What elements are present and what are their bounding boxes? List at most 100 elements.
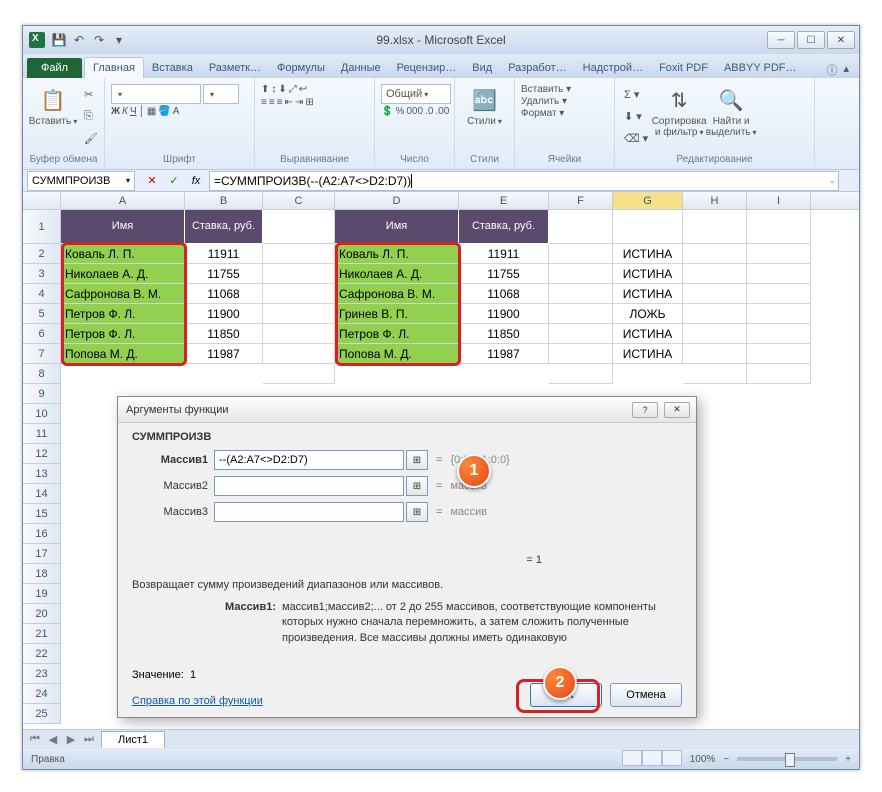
row-header-2[interactable]: 2 <box>23 244 61 264</box>
qat-dropdown-icon[interactable]: ▾ <box>111 32 127 48</box>
tab-review[interactable]: Рецензир… <box>389 58 465 78</box>
styles-button[interactable]: 🔤Стили <box>461 84 508 127</box>
cell[interactable] <box>549 304 613 324</box>
cell[interactable]: Гринев В. П. <box>335 304 459 324</box>
row-header-21[interactable]: 21 <box>23 624 61 644</box>
row-header-18[interactable]: 18 <box>23 564 61 584</box>
cell[interactable]: Коваль Л. П. <box>335 244 459 264</box>
prev-sheet-icon[interactable]: ◀ <box>45 732 61 748</box>
cell[interactable]: 11068 <box>459 284 549 304</box>
row-header-24[interactable]: 24 <box>23 684 61 704</box>
cell[interactable] <box>263 284 335 304</box>
tab-data[interactable]: Данные <box>333 58 389 78</box>
percent-icon[interactable]: % <box>395 106 404 117</box>
arg1-range-button[interactable]: ⊞ <box>406 450 428 470</box>
row-header-4[interactable]: 4 <box>23 284 61 304</box>
cell[interactable] <box>613 210 683 244</box>
cell[interactable]: 11900 <box>185 304 263 324</box>
cell[interactable] <box>683 324 747 344</box>
cell[interactable] <box>747 264 811 284</box>
cell[interactable]: Петров Ф. Л. <box>335 324 459 344</box>
zoom-level[interactable]: 100% <box>690 754 716 765</box>
insert-cells-button[interactable]: Вставить ▾ <box>521 84 571 95</box>
cell[interactable] <box>747 284 811 304</box>
zoom-out-icon[interactable]: − <box>723 754 729 765</box>
cell[interactable] <box>549 324 613 344</box>
align-top-icon[interactable]: ⬆ <box>261 84 269 95</box>
row-header-9[interactable]: 9 <box>23 384 61 404</box>
cell[interactable]: Николаев А. Д. <box>61 264 185 284</box>
cell[interactable] <box>683 244 747 264</box>
delete-cells-button[interactable]: Удалить ▾ <box>521 96 567 107</box>
arg2-input[interactable] <box>214 476 404 496</box>
cell[interactable] <box>263 210 335 244</box>
cell[interactable] <box>549 284 613 304</box>
cell[interactable]: Сафронова В. М. <box>61 284 185 304</box>
row-header-6[interactable]: 6 <box>23 324 61 344</box>
tab-insert[interactable]: Вставка <box>144 58 201 78</box>
cancel-formula-icon[interactable]: ✕ <box>143 172 161 190</box>
cell[interactable] <box>747 324 811 344</box>
row-header-22[interactable]: 22 <box>23 644 61 664</box>
row-header-20[interactable]: 20 <box>23 604 61 624</box>
cell[interactable] <box>683 364 747 384</box>
cell[interactable]: 11987 <box>185 344 263 364</box>
cell[interactable]: Петров Ф. Л. <box>61 324 185 344</box>
cell[interactable] <box>683 264 747 284</box>
inc-dec-icon[interactable]: .0 <box>425 106 433 117</box>
ok-button[interactable]: ОК <box>530 683 602 707</box>
format-painter-icon[interactable]: 🖌 <box>81 129 101 147</box>
font-name-box[interactable] <box>111 84 201 104</box>
cell[interactable]: Николаев А. Д. <box>335 264 459 284</box>
number-format-box[interactable]: Общий <box>381 84 451 104</box>
cell[interactable]: ИСТИНА <box>613 264 683 284</box>
dec-dec-icon[interactable]: .00 <box>435 106 449 117</box>
align-bot-icon[interactable]: ⬇ <box>278 84 286 95</box>
cell[interactable]: Имя <box>61 210 185 244</box>
cell[interactable]: Попова М. Д. <box>61 344 185 364</box>
cell[interactable]: ИСТИНА <box>613 344 683 364</box>
row-header-17[interactable]: 17 <box>23 544 61 564</box>
view-buttons[interactable] <box>622 750 682 769</box>
select-all-corner[interactable] <box>23 192 61 209</box>
indent-dec-icon[interactable]: ⇤ <box>285 97 293 108</box>
fx-icon[interactable]: fx <box>187 172 205 190</box>
cell[interactable] <box>263 324 335 344</box>
underline-icon[interactable]: Ч <box>130 106 137 117</box>
autosum-icon[interactable]: Σ ▾ <box>621 85 642 103</box>
sheet-tab[interactable]: Лист1 <box>101 731 165 748</box>
indent-inc-icon[interactable]: ⇥ <box>295 97 303 108</box>
currency-icon[interactable]: 💲 <box>381 106 393 117</box>
ribbon-toggle-icon[interactable]: ▴ <box>843 62 849 78</box>
row-header-7[interactable]: 7 <box>23 344 61 364</box>
save-icon[interactable]: 💾 <box>51 32 67 48</box>
cell[interactable] <box>263 264 335 284</box>
tab-abbyy[interactable]: ABBYY PDF… <box>716 58 805 78</box>
col-header-G[interactable]: G <box>613 192 683 209</box>
tab-formulas[interactable]: Формулы <box>269 58 333 78</box>
col-header-F[interactable]: F <box>549 192 613 209</box>
fill-down-icon[interactable]: ⬇ ▾ <box>621 107 645 125</box>
first-sheet-icon[interactable]: ⏮ <box>27 732 43 748</box>
cell[interactable] <box>747 344 811 364</box>
cell[interactable]: 11850 <box>459 324 549 344</box>
cell[interactable] <box>549 264 613 284</box>
cell[interactable]: 11987 <box>459 344 549 364</box>
tab-developer[interactable]: Разработ… <box>500 58 574 78</box>
align-left-icon[interactable]: ≡ <box>261 97 267 108</box>
cut-icon[interactable]: ✂ <box>81 85 96 103</box>
row-header-13[interactable]: 13 <box>23 464 61 484</box>
cell[interactable]: 11755 <box>459 264 549 284</box>
col-header-A[interactable]: A <box>61 192 185 209</box>
copy-icon[interactable]: ⎘ <box>81 107 96 125</box>
clear-icon[interactable]: ⌫ ▾ <box>621 129 651 147</box>
row-header-1[interactable]: 1 <box>23 210 61 244</box>
cell[interactable] <box>683 210 747 244</box>
file-tab[interactable]: Файл <box>27 58 82 78</box>
paste-button[interactable]: 📋 Вставить <box>29 84 77 127</box>
arg2-range-button[interactable]: ⊞ <box>406 476 428 496</box>
align-center-icon[interactable]: ≡ <box>269 97 275 108</box>
row-header-16[interactable]: 16 <box>23 524 61 544</box>
cell[interactable] <box>263 364 335 384</box>
col-header-C[interactable]: C <box>263 192 335 209</box>
